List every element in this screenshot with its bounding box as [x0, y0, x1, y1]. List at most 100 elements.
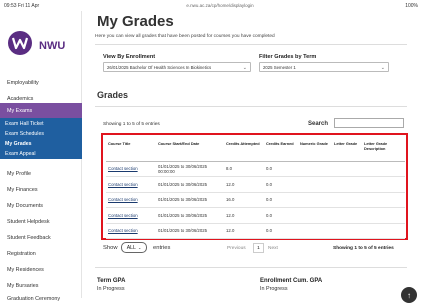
entries-label: entries: [153, 245, 171, 251]
submenu-my-grades[interactable]: My Grades: [5, 141, 32, 147]
credits-attempted: 16.0: [224, 192, 264, 208]
course-dates: 01/01/2025 to 30/06/2025: [156, 207, 224, 224]
sidebar: NWU Employability Academics My Exams Exa…: [0, 11, 82, 302]
table-row: Contact section 01/01/2025 to 30/06/2025…: [106, 176, 405, 193]
status-time: 09:53 Fri 11 Apr: [4, 3, 40, 9]
letter-grade-description: [362, 192, 405, 208]
letter-grade-description: [362, 223, 405, 239]
page-number-button[interactable]: 1: [253, 243, 264, 253]
col-course-title[interactable]: Course Title: [106, 139, 156, 162]
credits-attempted: 12.0: [224, 176, 264, 193]
page-title: My Grades: [97, 13, 174, 30]
previous-page-button[interactable]: Previous: [227, 246, 246, 251]
table-row: Contact section 01/01/2025 to 30/06/2025…: [106, 207, 405, 224]
showing-entries-top: Showing 1 to 5 of 5 entries: [103, 122, 160, 127]
credits-earned: 0.0: [264, 223, 298, 239]
search-input[interactable]: [334, 118, 404, 128]
letter-grade-description: [362, 207, 405, 224]
sidebar-item-my-residences[interactable]: My Residences: [0, 262, 82, 278]
term-value: 2025 Semester 1: [263, 64, 296, 70]
sidebar-item-my-finances[interactable]: My Finances: [0, 182, 82, 198]
divider: [95, 44, 407, 45]
numeric-grade: [298, 192, 332, 208]
nwu-logo[interactable]: NWU: [6, 29, 76, 61]
sidebar-item-graduation-ceremony[interactable]: Graduation Ceremony: [0, 291, 82, 307]
course-link[interactable]: Contact section: [108, 166, 138, 171]
submenu-exam-appeal[interactable]: Exam Appeal: [5, 151, 36, 157]
col-credits-attempted[interactable]: Credits Attempted: [224, 139, 264, 162]
scroll-to-top-button[interactable]: ↑: [401, 287, 417, 303]
grades-table: Course Title Course Start/End Date Credi…: [106, 139, 405, 239]
col-credits-earned[interactable]: Credits Earned: [264, 139, 298, 162]
divider: [95, 267, 407, 268]
divider: [95, 106, 407, 107]
nwu-emblem-icon: [8, 31, 32, 55]
sidebar-item-employability[interactable]: Employability: [0, 75, 82, 91]
arrow-up-icon: ↑: [407, 290, 411, 300]
letter-grade: [332, 223, 362, 239]
grades-heading: Grades: [97, 90, 129, 100]
table-row: Contact section 01/01/2025 to 30/06/2025…: [106, 161, 405, 177]
letter-grade: [332, 161, 362, 177]
course-dates: 01/01/2025 to 30/06/2025: [156, 192, 224, 208]
letter-grade-description: [362, 176, 405, 193]
letter-grade: [332, 176, 362, 193]
course-dates: 01/01/2025 to 30/06/2025: [156, 223, 224, 239]
grades-table-highlight: Course Title Course Start/End Date Credi…: [101, 133, 408, 240]
numeric-grade: [298, 223, 332, 239]
credits-earned: 0.0: [264, 192, 298, 208]
page-intro: Here you can view all grades that have b…: [95, 34, 275, 39]
showing-entries-bottom: Showing 1 to 5 of 5 entries: [333, 246, 394, 251]
credits-attempted: 12.0: [224, 223, 264, 239]
enrollment-value: 26/01/2025 Bachelor Of Health Sciences I…: [107, 64, 212, 70]
sidebar-item-registration[interactable]: Registration: [0, 246, 82, 262]
table-row: Contact section 01/01/2025 to 30/06/2025…: [106, 192, 405, 208]
col-numeric-grade[interactable]: Numeric Grade: [298, 139, 332, 162]
col-letter-grade-description[interactable]: Letter Grade Description: [362, 139, 405, 162]
chevron-down-icon: ⌄: [380, 65, 385, 71]
term-label: Filter Grades by Term: [259, 54, 317, 60]
table-header-row: Course Title Course Start/End Date Credi…: [106, 139, 405, 162]
next-page-button[interactable]: Next: [268, 246, 278, 251]
course-link[interactable]: Contact section: [108, 213, 138, 218]
col-course-dates[interactable]: Course Start/End Date: [156, 139, 224, 162]
sidebar-item-my-profile[interactable]: My Profile: [0, 166, 82, 182]
enrollment-select[interactable]: 26/01/2025 Bachelor Of Health Sciences I…: [103, 62, 251, 72]
letter-grade: [332, 192, 362, 208]
credits-attempted: 12.0: [224, 207, 264, 224]
logo-text: NWU: [39, 40, 66, 52]
numeric-grade: [298, 176, 332, 193]
term-gpa-value: In Progress: [97, 286, 125, 292]
numeric-grade: [298, 207, 332, 224]
table-row: Contact section 01/01/2025 to 30/06/2025…: [106, 223, 405, 239]
course-link[interactable]: Contact section: [108, 197, 138, 202]
enrollment-gpa-label: Enrollment Cum. GPA: [260, 278, 323, 284]
letter-grade: [332, 207, 362, 224]
page-size-value: ALL: [126, 244, 136, 251]
sidebar-item-student-helpdesk[interactable]: Student Helpdesk: [0, 214, 82, 230]
battery-indicator: 100%: [405, 3, 418, 9]
sidebar-item-my-exams[interactable]: My Exams: [0, 103, 82, 119]
status-bar: 09:53 Fri 11 Apr e.nwu.ac.za/cp/home/dis…: [0, 0, 422, 11]
chevron-down-icon: ⌄: [137, 245, 142, 250]
chevron-down-icon: ⌄: [242, 65, 247, 71]
course-dates: 01/01/2025 to 30/06/2025 00:00:00: [156, 161, 224, 177]
term-gpa-label: Term GPA: [97, 278, 126, 284]
submenu-exam-hall-ticket[interactable]: Exam Hall Ticket: [5, 121, 44, 127]
show-label: Show: [103, 245, 118, 251]
main-content: My Grades Here you can view all grades t…: [83, 11, 422, 303]
submenu-exam-schedules[interactable]: Exam Schedules: [5, 131, 44, 137]
credits-earned: 0.0: [264, 176, 298, 193]
exams-submenu: Exam Hall Ticket Exam Schedules My Grade…: [0, 118, 82, 159]
sidebar-item-student-feedback[interactable]: Student Feedback: [0, 230, 82, 246]
address-url[interactable]: e.nwu.ac.za/cp/home/displaylogin: [160, 3, 280, 8]
page-size-select[interactable]: ALL ⌄: [121, 242, 147, 253]
credits-attempted: 8.0: [224, 161, 264, 177]
col-letter-grade[interactable]: Letter Grade: [332, 139, 362, 162]
credits-earned: 0.0: [264, 161, 298, 177]
course-link[interactable]: Contact section: [108, 228, 138, 233]
term-select[interactable]: 2025 Semester 1 ⌄: [259, 62, 389, 72]
sidebar-item-my-documents[interactable]: My Documents: [0, 198, 82, 214]
credits-earned: 0.0: [264, 207, 298, 224]
course-link[interactable]: Contact section: [108, 182, 138, 187]
